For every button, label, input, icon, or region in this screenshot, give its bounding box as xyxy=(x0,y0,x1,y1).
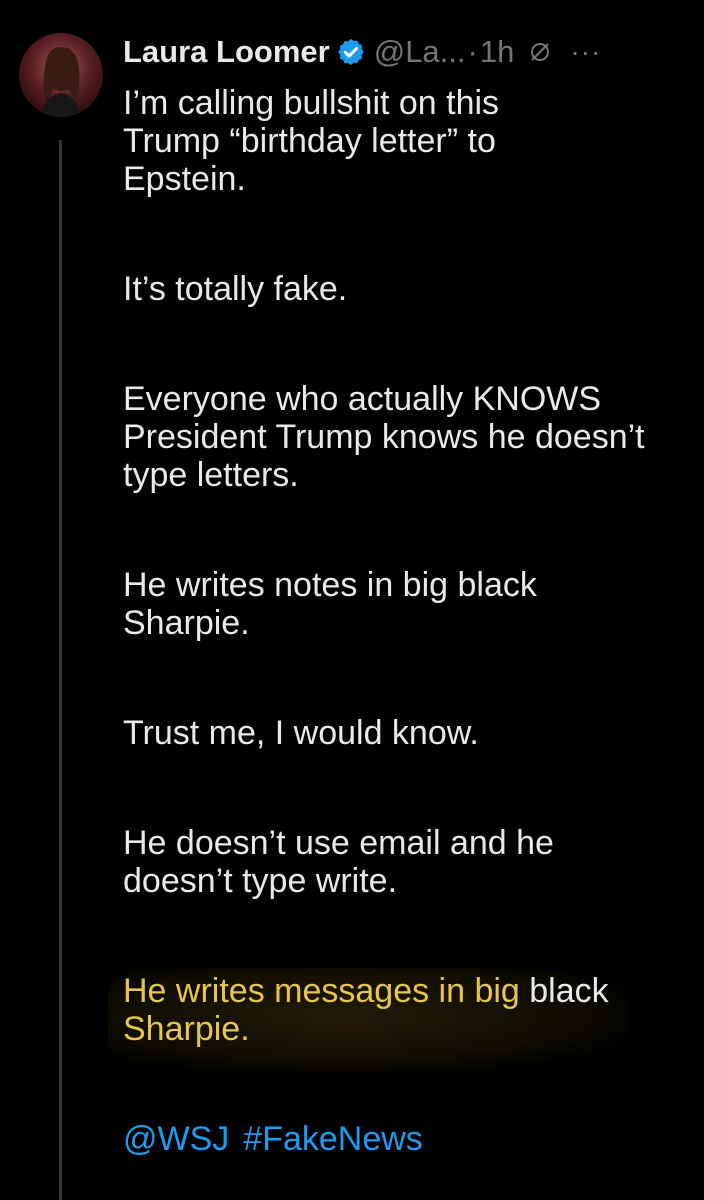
post-body: I’m calling bullshit on this Trump “birt… xyxy=(123,84,698,1158)
highlighted-paragraph: He writes messages in big black Sharpie. xyxy=(123,972,698,1048)
post-tags: @WSJ #FakeNews xyxy=(123,1120,698,1158)
post-paragraph: I’m calling bullshit on this Trump “birt… xyxy=(123,84,500,198)
thread-line xyxy=(59,140,62,1200)
post-header: Laura Loomer @La... · 1h ··· xyxy=(123,28,704,76)
mention-link[interactable]: @WSJ xyxy=(123,1120,229,1158)
avatar-image xyxy=(41,47,81,117)
post-paragraph: He doesn’t use email and he doesn’t type… xyxy=(123,824,554,900)
author-name[interactable]: Laura Loomer xyxy=(123,34,330,70)
highlighted-text-tail: Sharpie. xyxy=(123,1010,250,1048)
post-time[interactable]: 1h xyxy=(480,34,514,70)
hashtag-link[interactable]: #FakeNews xyxy=(243,1120,423,1158)
post-paragraph: He writes notes in big black Sharpie. xyxy=(123,566,537,642)
grok-icon[interactable] xyxy=(528,40,552,64)
avatar[interactable] xyxy=(19,33,103,117)
verified-badge-icon xyxy=(337,38,364,66)
separator-dot: · xyxy=(467,34,478,69)
highlighted-text: He writes messages in big xyxy=(123,972,520,1010)
post-paragraph: Everyone who actually KNOWS President Tr… xyxy=(123,380,645,494)
more-icon[interactable]: ··· xyxy=(570,36,601,68)
post-paragraph: It’s totally fake. xyxy=(123,270,348,308)
post-paragraph: Trust me, I would know. xyxy=(123,714,479,752)
author-handle[interactable]: @La... xyxy=(374,34,466,70)
plain-text: black xyxy=(519,972,609,1010)
